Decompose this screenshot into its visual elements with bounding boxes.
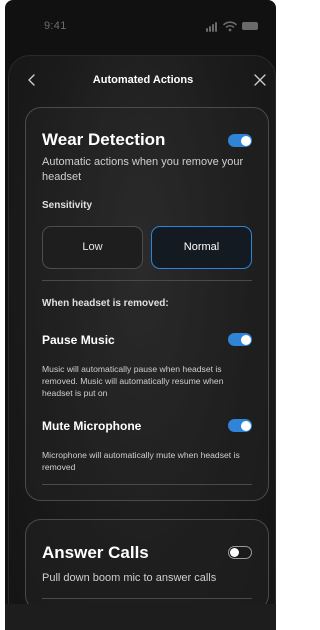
back-button[interactable] — [23, 70, 41, 90]
divider — [42, 484, 252, 485]
close-button[interactable] — [253, 73, 267, 87]
mute-microphone-toggle[interactable] — [228, 419, 252, 432]
sensitivity-low-button[interactable]: Low — [42, 226, 143, 269]
divider — [42, 280, 252, 281]
wifi-icon — [223, 21, 237, 32]
wear-detection-card: Wear Detection Automatic actions when yo… — [25, 107, 269, 501]
wear-detection-description: Automatic actions when you remove your h… — [42, 156, 244, 183]
answer-calls-toggle[interactable] — [228, 546, 252, 559]
bottom-bar — [5, 604, 276, 630]
status-bar: 9:41 — [0, 0, 281, 52]
phone-frame: 9:41 Automated Actions Wear Detection Au… — [0, 0, 281, 630]
chevron-left-icon — [28, 74, 35, 86]
page-title: Automated Actions — [92, 74, 194, 86]
sensitivity-label: Sensitivity — [42, 200, 93, 211]
answer-calls-title: Answer Calls — [42, 543, 149, 562]
sensitivity-normal-button[interactable]: Normal — [151, 226, 252, 269]
answer-calls-description: Pull down boom mic to answer calls — [42, 572, 217, 584]
mute-microphone-description: Microphone will automatically mute when … — [42, 450, 240, 472]
automated-actions-sheet: Automated Actions Wear Detection Automat… — [8, 55, 276, 630]
close-icon — [254, 74, 266, 86]
pause-music-description: Music will automatically pause when head… — [42, 364, 224, 398]
wear-detection-toggle[interactable] — [228, 134, 252, 147]
when-removed-label: When headset is removed: — [42, 298, 169, 309]
answer-calls-card: Answer Calls Pull down boom mic to answe… — [25, 519, 269, 611]
pause-music-toggle[interactable] — [228, 333, 252, 346]
pause-music-title: Pause Music — [42, 333, 115, 347]
sheet-header: Automated Actions — [9, 56, 277, 106]
battery-icon — [242, 22, 258, 30]
status-time: 9:41 — [44, 20, 67, 32]
divider — [42, 598, 252, 599]
wear-detection-title: Wear Detection — [42, 130, 166, 149]
mute-microphone-title: Mute Microphone — [42, 419, 142, 433]
